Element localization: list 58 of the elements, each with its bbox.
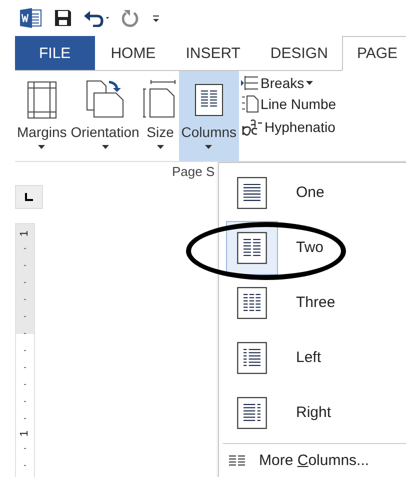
- margins-icon: [26, 81, 57, 119]
- customize-icon[interactable]: [152, 13, 160, 23]
- menu-item[interactable]: Right: [221, 385, 406, 440]
- ruler-tick: [24, 350, 26, 351]
- save-icon[interactable]: [54, 9, 72, 27]
- three-columns-icon: [236, 286, 268, 320]
- menu-item[interactable]: One: [221, 165, 406, 220]
- line-numbers-button[interactable]: Line Numbe: [240, 95, 336, 113]
- file-tab[interactable]: FILE: [15, 36, 95, 70]
- columns-button[interactable]: Columns: [179, 71, 239, 161]
- undo-icon[interactable]: [84, 9, 110, 27]
- caret-icon: [38, 145, 46, 149]
- columns-list-icon: [229, 454, 245, 466]
- left-tab-stop-icon: [25, 192, 33, 201]
- ruler-number: 1: [20, 230, 30, 236]
- ruler-tick: [24, 316, 26, 317]
- ruler-tick: [24, 384, 26, 385]
- menu-item[interactable]: Three: [221, 275, 406, 330]
- two-columns-icon: [236, 230, 268, 264]
- ruler-tick: [24, 418, 26, 419]
- redo-icon[interactable]: [122, 9, 140, 27]
- group-label: Page S: [172, 164, 215, 179]
- word-logo-icon[interactable]: [20, 8, 42, 28]
- orientation-button[interactable]: Orientation: [68, 71, 142, 161]
- ribbon-tab[interactable]: INSERT: [170, 36, 254, 70]
- menu-item[interactable]: Left: [221, 330, 406, 385]
- line-numbers-icon: [240, 95, 259, 113]
- ribbon-tab[interactable]: DESIGN: [254, 36, 342, 70]
- size-icon: [143, 79, 178, 119]
- orientation-icon: [85, 79, 126, 119]
- hyphenation-button[interactable]: Hyphenatio: [240, 117, 336, 137]
- columns-icon: [194, 81, 224, 119]
- ribbon-tab[interactable]: PAGE: [342, 36, 406, 71]
- breaks-button[interactable]: Breaks: [240, 75, 336, 91]
- breaks-icon: [240, 75, 259, 91]
- ruler-tick: [24, 366, 26, 368]
- hyphenation-icon: [240, 117, 263, 137]
- ruler-tick: [24, 448, 26, 449]
- caret-icon: [205, 145, 212, 149]
- ruler-tick: [24, 264, 26, 266]
- margins-button[interactable]: Margins: [15, 71, 69, 161]
- one-columns-icon: [236, 176, 268, 210]
- ruler-number: 1: [20, 430, 30, 436]
- ruler-tick: [24, 400, 26, 402]
- ribbon-tab[interactable]: HOME: [94, 36, 170, 70]
- tab-selector[interactable]: [15, 185, 43, 209]
- more-columns-item[interactable]: More Columns...: [219, 444, 406, 477]
- ruler-tick: [24, 248, 26, 249]
- size-button[interactable]: Size: [141, 71, 180, 161]
- caret-icon: [156, 145, 164, 149]
- ruler-tick: [24, 298, 26, 300]
- menu-item[interactable]: Two: [221, 220, 406, 275]
- right-columns-icon: [236, 396, 268, 430]
- ruler-tick: [24, 282, 26, 283]
- left-columns-icon: [236, 340, 268, 374]
- ruler-tick: [24, 464, 26, 466]
- caret-icon: [102, 145, 109, 149]
- ruler-tick: [24, 332, 26, 334]
